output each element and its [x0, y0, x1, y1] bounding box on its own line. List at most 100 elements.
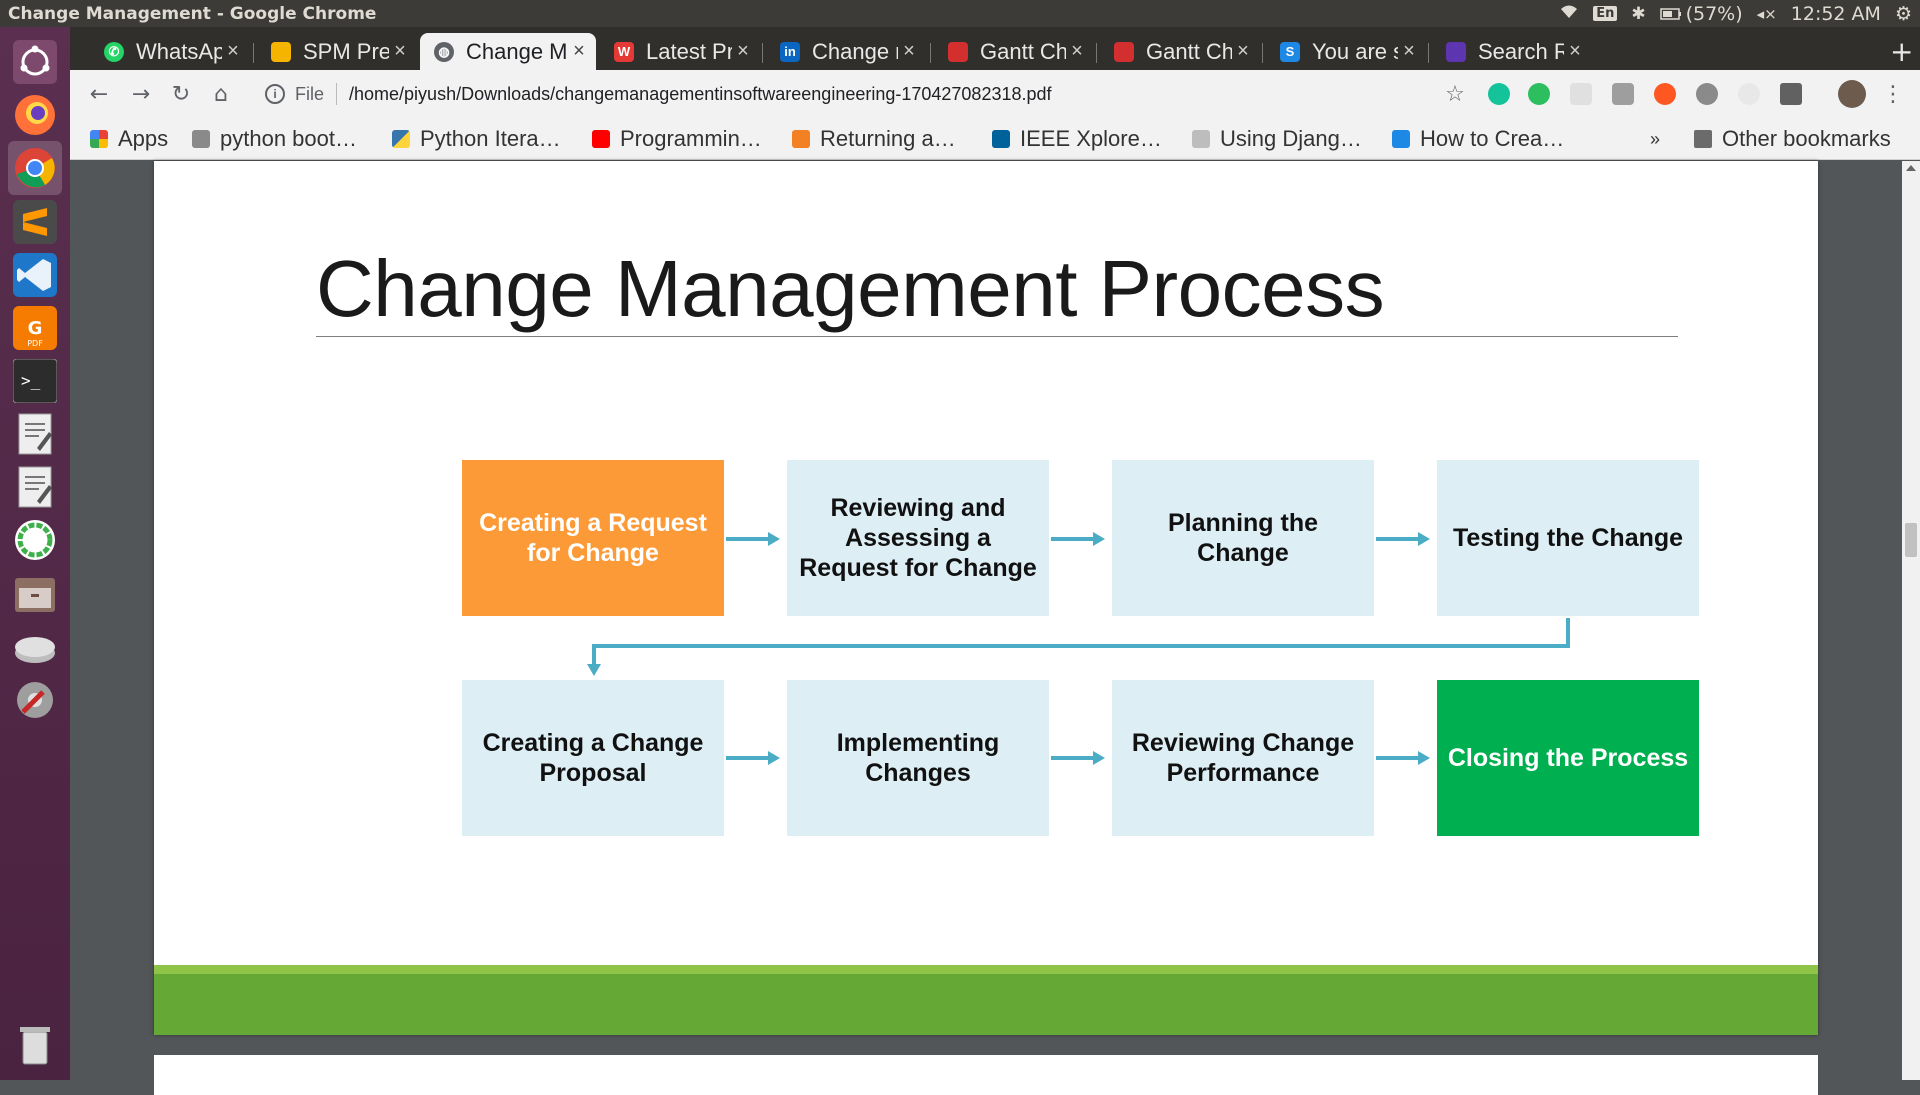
- window-title: Change Management - Google Chrome: [8, 3, 377, 24]
- firefox-icon[interactable]: [8, 88, 62, 142]
- step-testing: Testing the Change: [1437, 460, 1699, 616]
- text-editor-2-icon[interactable]: [8, 460, 62, 514]
- sublime-text-icon[interactable]: [8, 195, 62, 249]
- battery-percent: (57%): [1685, 2, 1743, 25]
- bookmark-python-itera[interactable]: Python Itera…: [392, 126, 561, 152]
- bookmark-ieee-xplore[interactable]: IEEE Xplore…: [992, 126, 1162, 152]
- close-icon[interactable]: ×: [389, 40, 411, 63]
- step-reviewing-assessing: Reviewing and Assessing a Request for Ch…: [787, 460, 1049, 616]
- evernote-icon[interactable]: [1528, 83, 1550, 105]
- bookmark-star-icon[interactable]: ☆: [1440, 79, 1470, 109]
- bookmark-returning[interactable]: Returning a…: [792, 126, 956, 152]
- tab-label: Gantt Char: [1146, 38, 1232, 64]
- vertical-scrollbar[interactable]: [1902, 161, 1920, 1080]
- browser-tab-strip: ✆ WhatsApp × SPM Prese × ◍ Change Ma × W…: [70, 27, 1920, 70]
- grammarly-icon[interactable]: [1488, 83, 1510, 105]
- tab-gantt-chart-2[interactable]: Gantt Char ×: [1100, 33, 1260, 70]
- bluetooth-icon[interactable]: ✱: [1631, 4, 1645, 24]
- terminal-icon[interactable]: >_: [8, 354, 62, 408]
- pdf-editor-icon[interactable]: G PDF: [8, 301, 62, 355]
- extension-icon[interactable]: [1654, 83, 1676, 105]
- forward-arrow-icon[interactable]: →: [126, 79, 156, 109]
- step-reviewing-performance: Reviewing Change Performance: [1112, 680, 1374, 836]
- pdf-viewer[interactable]: Change Management Process Creating a Req…: [70, 161, 1920, 1095]
- bookmark-label: How to Crea…: [1420, 126, 1565, 151]
- vscode-icon[interactable]: [8, 248, 62, 302]
- extension-icon[interactable]: [1696, 83, 1718, 105]
- python-icon: [392, 130, 410, 148]
- close-icon[interactable]: ×: [732, 40, 754, 63]
- tab-search-results[interactable]: Search Res ×: [1432, 33, 1592, 70]
- bookmark-how-to-crea[interactable]: How to Crea…: [1392, 126, 1564, 152]
- close-icon[interactable]: ×: [222, 40, 244, 63]
- keyboard-layout-indicator[interactable]: En: [1593, 6, 1618, 21]
- ubuntu-dash-icon[interactable]: [8, 35, 62, 89]
- svg-text:G: G: [28, 318, 43, 339]
- step-creating-proposal: Creating a Change Proposal: [462, 680, 724, 836]
- home-icon[interactable]: ⌂: [206, 79, 236, 109]
- text-editor-icon[interactable]: [8, 407, 62, 461]
- tab-whatsapp[interactable]: ✆ WhatsApp ×: [90, 33, 250, 70]
- wifi-icon[interactable]: [1559, 3, 1579, 25]
- extension-icon[interactable]: [1612, 83, 1634, 105]
- system-settings-icon[interactable]: [8, 673, 62, 727]
- info-icon[interactable]: i: [265, 84, 285, 104]
- battery-indicator[interactable]: (57%): [1659, 2, 1743, 25]
- s-icon: S: [1280, 41, 1300, 62]
- close-icon[interactable]: ×: [1564, 40, 1586, 63]
- tab-linkedin-change[interactable]: in Change ma ×: [766, 33, 926, 70]
- close-icon[interactable]: ×: [1066, 40, 1088, 63]
- bookmarks-bar: Apps python boot… Python Itera… Programm…: [70, 118, 1920, 160]
- scroll-up-arrow-icon[interactable]: [1906, 165, 1916, 171]
- anaconda-icon[interactable]: [8, 513, 62, 567]
- bookmark-using-django[interactable]: Using Djang…: [1192, 126, 1362, 152]
- other-bookmarks-label: Other bookmarks: [1722, 126, 1891, 151]
- settings-gear-icon[interactable]: ⚙: [1895, 3, 1912, 25]
- close-icon[interactable]: ×: [1232, 40, 1254, 63]
- s-icon: [1392, 130, 1410, 148]
- files-icon[interactable]: [8, 567, 62, 621]
- bookmark-programmin[interactable]: Programmin…: [592, 126, 762, 152]
- gantt-icon: [1114, 41, 1134, 62]
- reload-icon[interactable]: ↻: [166, 79, 196, 109]
- tab-label: Latest Proj: [646, 38, 732, 64]
- volume-icon[interactable]: ◂×: [1757, 5, 1777, 23]
- step-creating-request: Creating a Request for Change: [462, 460, 724, 616]
- bookmarks-overflow-button[interactable]: »: [1650, 126, 1660, 152]
- bookmark-apps[interactable]: Apps: [90, 126, 168, 152]
- address-bar[interactable]: i File /home/piyush/Downloads/changemana…: [265, 78, 1465, 110]
- system-top-bar: Change Management - Google Chrome En ✱ (…: [0, 0, 1920, 27]
- avatar[interactable]: [1838, 80, 1866, 108]
- title-divider: [316, 336, 1678, 337]
- url-text[interactable]: /home/piyush/Downloads/changemanagementi…: [349, 84, 1052, 105]
- gitzip-icon[interactable]: [1780, 83, 1802, 105]
- step-implementing: Implementing Changes: [787, 680, 1049, 836]
- search-result-icon: [1446, 41, 1466, 62]
- tab-gantt-chart-1[interactable]: Gantt Char ×: [934, 33, 1094, 70]
- extension-icon[interactable]: [1570, 83, 1592, 105]
- trash-icon[interactable]: [8, 1017, 62, 1071]
- other-bookmarks[interactable]: Other bookmarks: [1694, 126, 1891, 152]
- step-closing: Closing the Process: [1437, 680, 1699, 836]
- chrome-launcher-icon[interactable]: [8, 141, 62, 195]
- disk-drive-icon[interactable]: [8, 620, 62, 674]
- tab-label: Gantt Char: [980, 38, 1066, 64]
- close-icon[interactable]: ×: [1398, 40, 1420, 63]
- bookmark-label: Apps: [118, 126, 169, 151]
- close-icon[interactable]: ×: [568, 40, 590, 63]
- menu-dots-icon[interactable]: ⋮: [1878, 79, 1908, 109]
- new-tab-button[interactable]: +: [1890, 35, 1913, 68]
- tab-latest-projects[interactable]: W Latest Proj ×: [600, 33, 760, 70]
- pdf-next-page: [154, 1055, 1818, 1095]
- scrollbar-thumb[interactable]: [1905, 523, 1917, 557]
- tab-change-management[interactable]: ◍ Change Ma ×: [420, 33, 596, 70]
- tab-you-are-signed[interactable]: S You are sig ×: [1266, 33, 1426, 70]
- flow-arrow-icon: [726, 751, 780, 765]
- clock[interactable]: 12:52 AM: [1791, 3, 1881, 25]
- page-icon: [1192, 130, 1210, 148]
- bookmark-python-boot[interactable]: python boot…: [192, 126, 357, 152]
- back-arrow-icon[interactable]: ←: [84, 79, 114, 109]
- extension-icon[interactable]: [1738, 83, 1760, 105]
- close-icon[interactable]: ×: [898, 40, 920, 63]
- tab-spm-presentation[interactable]: SPM Prese ×: [257, 33, 417, 70]
